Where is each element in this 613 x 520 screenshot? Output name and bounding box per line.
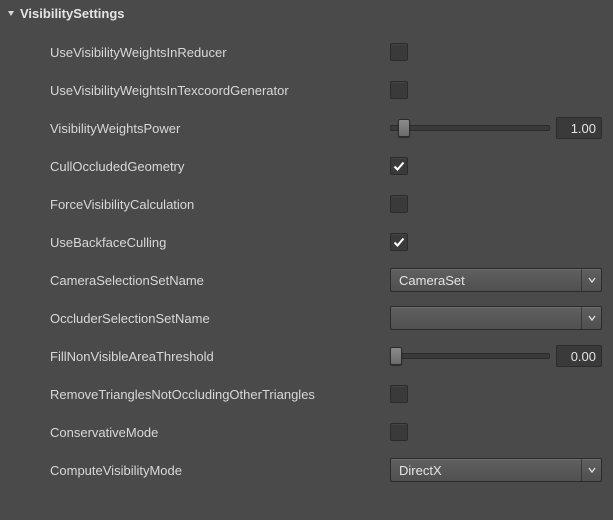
checkbox-use-visibility-weights-in-reducer[interactable] <box>390 43 408 61</box>
select-compute-visibility-mode[interactable]: DirectX <box>390 458 602 482</box>
select-occluder-selection-set-name[interactable] <box>390 306 602 330</box>
select-camera-selection-set-name[interactable]: CameraSet <box>390 268 602 292</box>
input-fill-non-visible-area-threshold[interactable] <box>556 345 602 367</box>
slider-fill-non-visible-area-threshold[interactable] <box>390 353 550 359</box>
label-fill-non-visible-area-threshold: FillNonVisibleAreaThreshold <box>50 349 390 364</box>
input-visibility-weights-power[interactable] <box>556 117 602 139</box>
row-force-visibility-calculation: ForceVisibilityCalculation <box>50 185 603 223</box>
label-visibility-weights-power: VisibilityWeightsPower <box>50 121 390 136</box>
chevron-down-icon <box>581 307 601 329</box>
row-remove-triangles-not-occluding-other-triangles: RemoveTrianglesNotOccludingOtherTriangle… <box>50 375 603 413</box>
label-force-visibility-calculation: ForceVisibilityCalculation <box>50 197 390 212</box>
checkbox-cull-occluded-geometry[interactable] <box>390 157 408 175</box>
row-fill-non-visible-area-threshold: FillNonVisibleAreaThreshold <box>50 337 603 375</box>
label-compute-visibility-mode: ComputeVisibilityMode <box>50 463 390 478</box>
section-title: VisibilitySettings <box>20 6 125 21</box>
row-use-backface-culling: UseBackfaceCulling <box>50 223 603 261</box>
row-conservative-mode: ConservativeMode <box>50 413 603 451</box>
checkbox-use-backface-culling[interactable] <box>390 233 408 251</box>
row-use-visibility-weights-in-texcoord-generator: UseVisibilityWeightsInTexcoordGenerator <box>50 71 603 109</box>
slider-thumb-fill-non-visible-area-threshold[interactable] <box>390 347 402 365</box>
visibility-settings-panel: VisibilitySettings UseVisibilityWeightsI… <box>0 0 613 489</box>
label-camera-selection-set-name: CameraSelectionSetName <box>50 273 390 288</box>
checkbox-remove-triangles-not-occluding-other-triangles[interactable] <box>390 385 408 403</box>
label-conservative-mode: ConservativeMode <box>50 425 390 440</box>
label-occluder-selection-set-name: OccluderSelectionSetName <box>50 311 390 326</box>
row-visibility-weights-power: VisibilityWeightsPower <box>50 109 603 147</box>
select-value-camera-selection-set-name: CameraSet <box>399 273 465 288</box>
chevron-down-icon <box>581 459 601 481</box>
row-compute-visibility-mode: ComputeVisibilityMode DirectX <box>50 451 603 489</box>
row-camera-selection-set-name: CameraSelectionSetName CameraSet <box>50 261 603 299</box>
label-cull-occluded-geometry: CullOccludedGeometry <box>50 159 390 174</box>
row-occluder-selection-set-name: OccluderSelectionSetName <box>50 299 603 337</box>
slider-thumb-visibility-weights-power[interactable] <box>398 119 410 137</box>
checkbox-conservative-mode[interactable] <box>390 423 408 441</box>
chevron-down-icon <box>581 269 601 291</box>
checkbox-use-visibility-weights-in-texcoord-generator[interactable] <box>390 81 408 99</box>
section-header[interactable]: VisibilitySettings <box>6 6 603 21</box>
disclosure-triangle-icon[interactable] <box>6 9 16 19</box>
label-use-visibility-weights-in-texcoord-generator: UseVisibilityWeightsInTexcoordGenerator <box>50 83 390 98</box>
label-use-backface-culling: UseBackfaceCulling <box>50 235 390 250</box>
label-remove-triangles-not-occluding-other-triangles: RemoveTrianglesNotOccludingOtherTriangle… <box>50 387 390 402</box>
select-value-compute-visibility-mode: DirectX <box>399 463 442 478</box>
settings-rows: UseVisibilityWeightsInReducer UseVisibil… <box>6 33 603 489</box>
row-cull-occluded-geometry: CullOccludedGeometry <box>50 147 603 185</box>
checkbox-force-visibility-calculation[interactable] <box>390 195 408 213</box>
label-use-visibility-weights-in-reducer: UseVisibilityWeightsInReducer <box>50 45 390 60</box>
row-use-visibility-weights-in-reducer: UseVisibilityWeightsInReducer <box>50 33 603 71</box>
slider-visibility-weights-power[interactable] <box>390 125 550 131</box>
